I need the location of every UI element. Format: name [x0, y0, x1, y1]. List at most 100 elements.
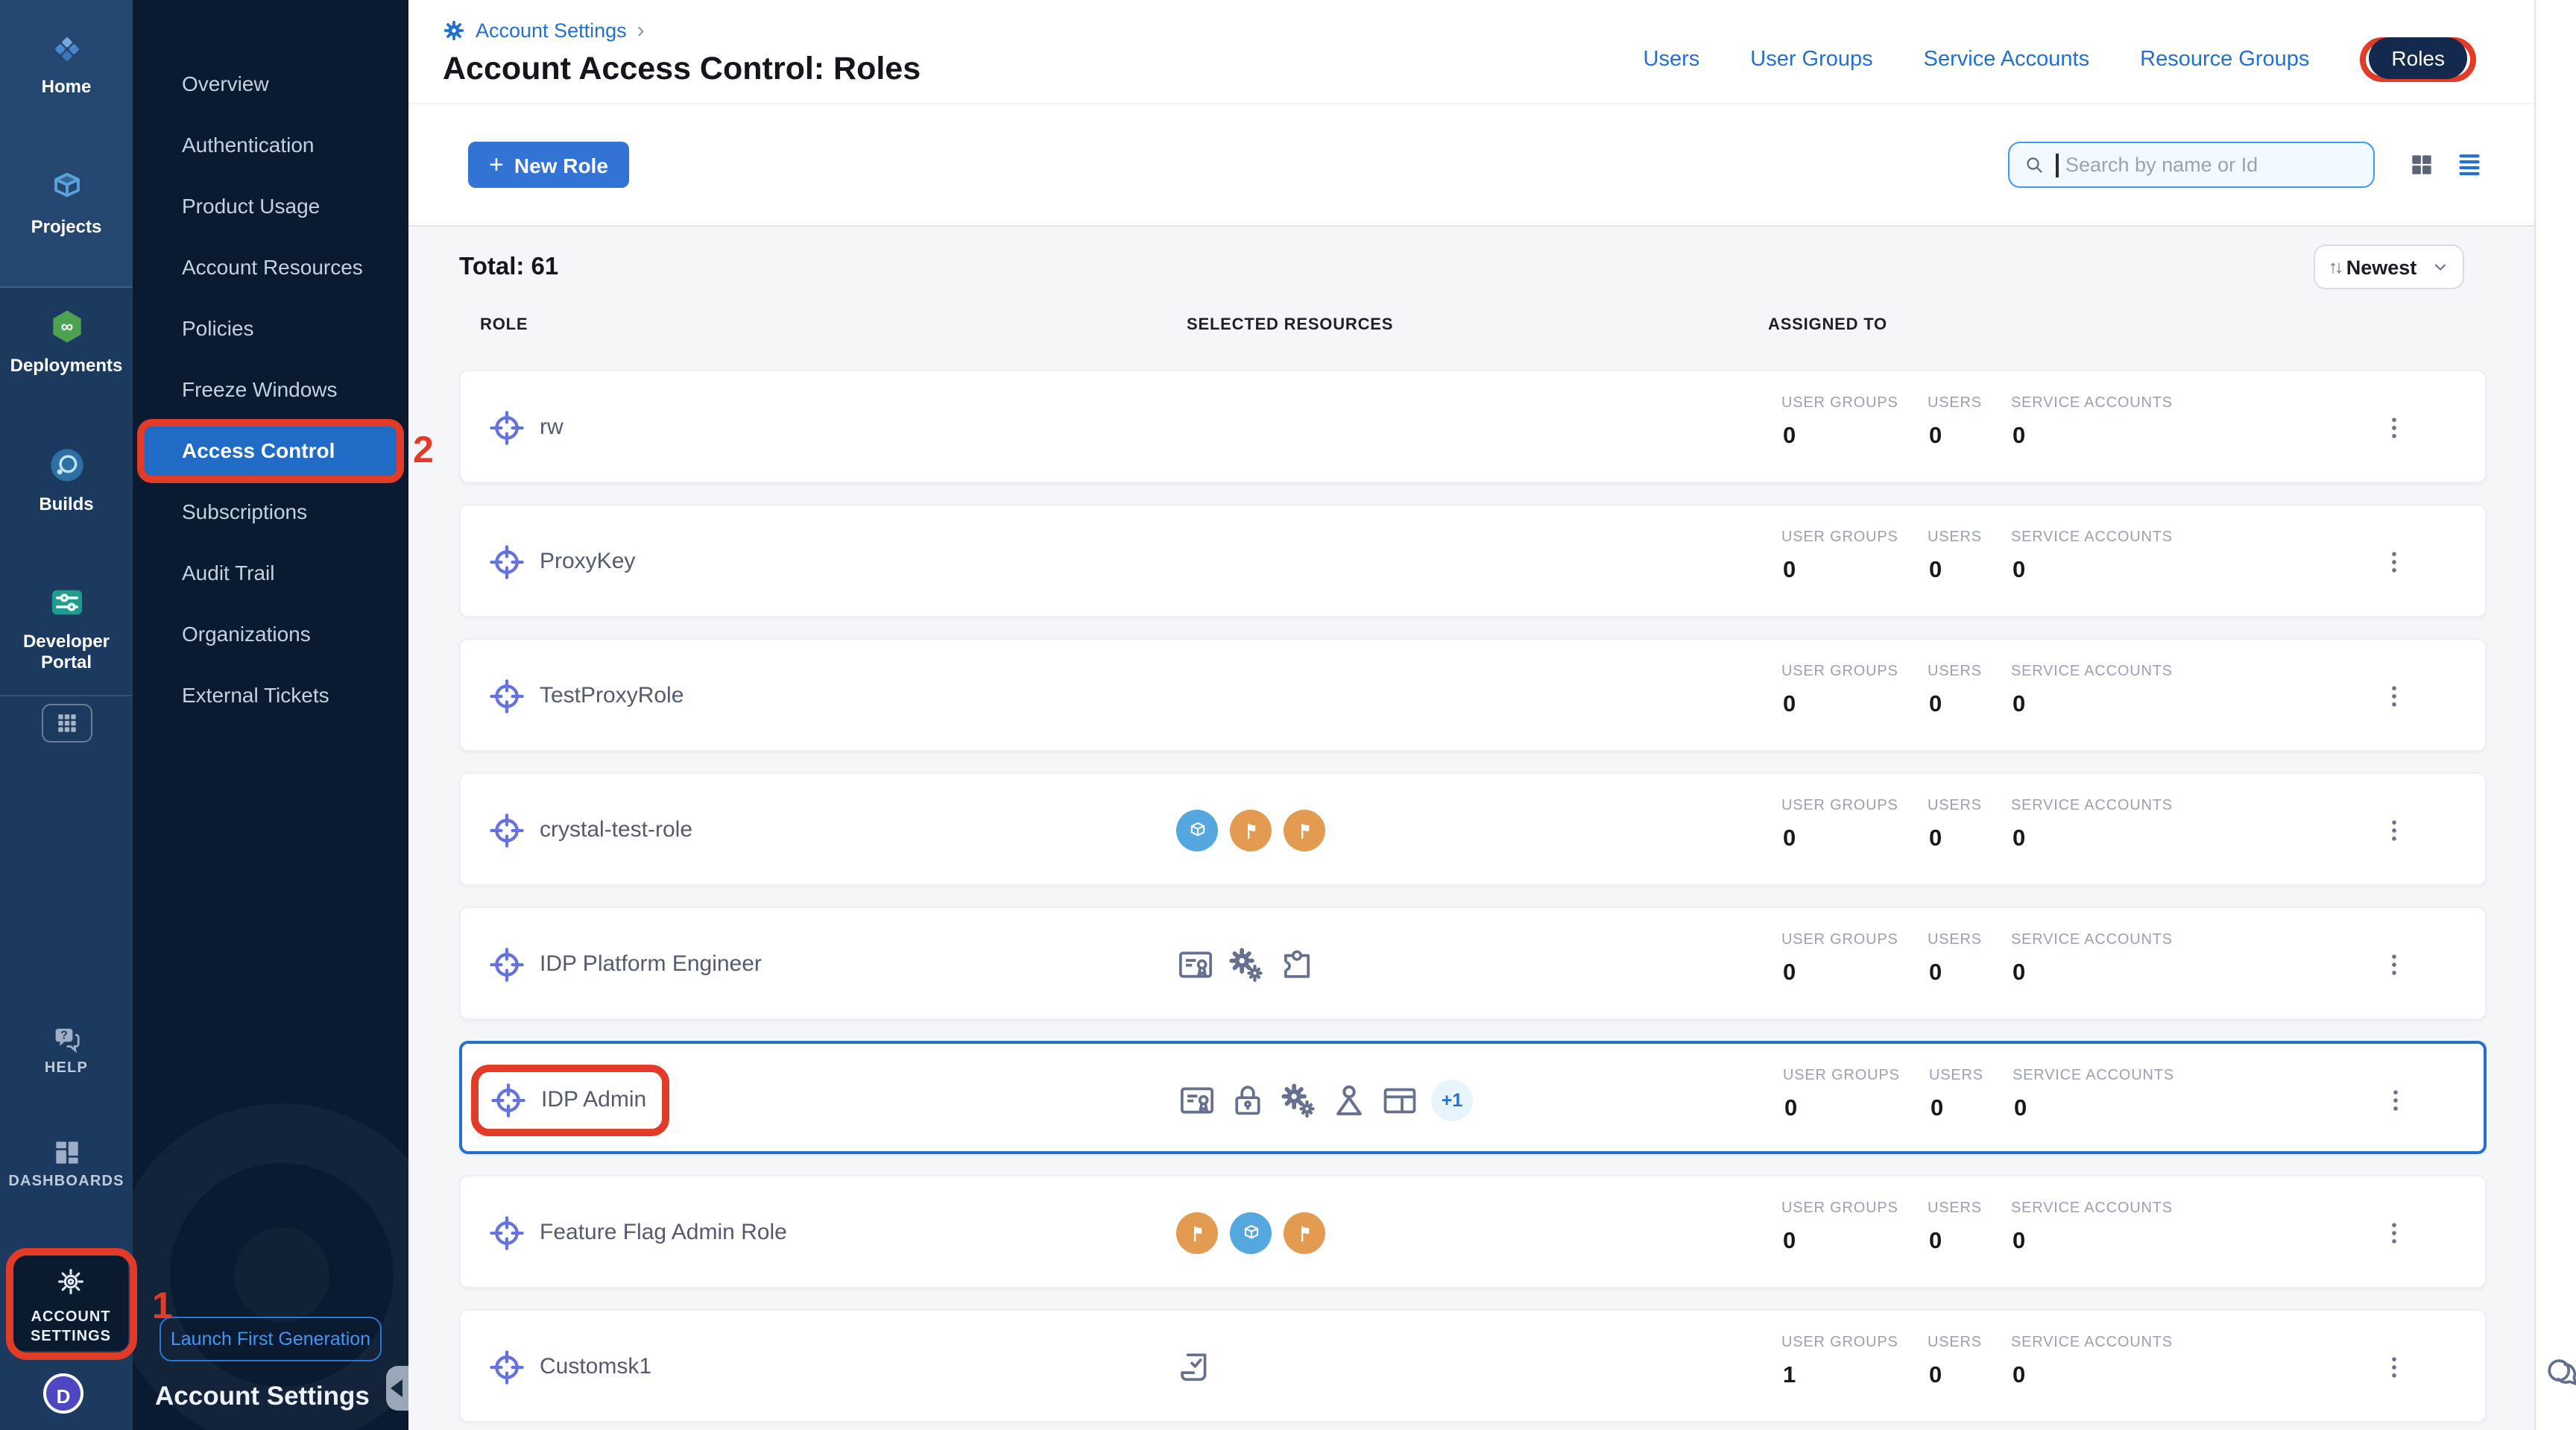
- sidebar-collapse-button[interactable]: [386, 1366, 408, 1411]
- role-name: rw: [540, 371, 564, 485]
- search-input[interactable]: [2058, 152, 2373, 177]
- row-menu-button[interactable]: [2373, 675, 2415, 717]
- sidebar-item-label: DASHBOARDS: [0, 1172, 133, 1193]
- column-header-role: ROLE: [480, 316, 528, 334]
- sidebar-item-subscriptions[interactable]: Subscriptions: [133, 482, 408, 543]
- role-target-icon: [487, 677, 526, 716]
- launch-first-generation-button[interactable]: Launch First Generation: [160, 1317, 382, 1361]
- role-row[interactable]: ProxyKeyUSER GROUPS0USERS0SERVICE ACCOUN…: [459, 504, 2487, 617]
- sidebar-item-label: Freeze Windows: [133, 359, 408, 421]
- sidebar-item-label: Deployments: [0, 355, 133, 376]
- builds-circle-icon: [45, 444, 87, 486]
- sidebar-item-organizations[interactable]: Organizations: [133, 604, 408, 665]
- resource-flag-icon: [1230, 810, 1272, 851]
- help-chat-icon: ?: [50, 1023, 83, 1056]
- role-row[interactable]: rwUSER GROUPS0USERS0SERVICE ACCOUNTS0: [459, 370, 2487, 483]
- breadcrumb-account-settings-link[interactable]: Account Settings: [476, 19, 627, 42]
- sidebar-item-label: Developer Portal: [0, 631, 133, 673]
- sidebar-item-label: Account Resources: [133, 237, 408, 298]
- new-role-button[interactable]: + New Role: [468, 142, 629, 188]
- assigned-stat-label: USERS: [1928, 798, 1982, 814]
- sidebar-item-access-control[interactable]: Access Control: [133, 421, 408, 482]
- kebab-menu-icon: [2379, 950, 2409, 980]
- list-view-button[interactable]: [2455, 151, 2484, 179]
- role-row[interactable]: IDP Admin+1USER GROUPS0USERS0SERVICE ACC…: [459, 1041, 2487, 1154]
- assigned-stat-value: 0: [1783, 692, 1796, 719]
- sidebar-item-label: Projects: [0, 216, 133, 237]
- role-row[interactable]: IDP Platform EngineerUSER GROUPS0USERS0S…: [459, 907, 2487, 1020]
- role-row[interactable]: TestProxyRoleUSER GROUPS0USERS0SERVICE A…: [459, 638, 2487, 752]
- sidebar-item-freeze-windows[interactable]: Freeze Windows: [133, 359, 408, 421]
- assigned-stat-value: 0: [1931, 1096, 1943, 1123]
- selected-resources: [1176, 1311, 1215, 1424]
- assigned-stat-label: USERS: [1928, 395, 1982, 412]
- support-chat-icon[interactable]: [2543, 1354, 2576, 1393]
- sidebar-item-authentication[interactable]: Authentication: [133, 115, 408, 176]
- sidebar-item-projects[interactable]: [0, 167, 133, 216]
- avatar[interactable]: D: [43, 1373, 83, 1414]
- assigned-stat-label: USERS: [1928, 1335, 1982, 1351]
- sidebar-item-external-tickets[interactable]: External Tickets: [133, 665, 408, 726]
- role-row[interactable]: crystal-test-roleUSER GROUPS0USERS0SERVI…: [459, 772, 2487, 886]
- sidebar-item-help[interactable]: ?: [0, 1023, 133, 1063]
- sidebar-item-policies[interactable]: Policies: [133, 298, 408, 359]
- sidebar-item-home[interactable]: [0, 28, 133, 78]
- sidebar-item-label: Overview: [133, 54, 408, 115]
- assigned-stat-value: 0: [2012, 423, 2025, 450]
- new-role-label: New Role: [514, 153, 608, 177]
- sort-dropdown[interactable]: ↑↓ Newest: [2314, 245, 2464, 289]
- role-name: ProxyKey: [540, 505, 635, 619]
- svg-text:∞: ∞: [60, 316, 73, 336]
- sidebar-item-label: Home: [0, 76, 133, 97]
- tab-users[interactable]: Users: [1644, 47, 1700, 71]
- sidebar-item-account-resources[interactable]: Account Resources: [133, 237, 408, 298]
- sidebar-item-builds[interactable]: [0, 444, 133, 494]
- tab-roles[interactable]: Roles: [2369, 37, 2467, 78]
- total-count: Total: 61: [459, 253, 558, 282]
- sidebar-item-audit-trail[interactable]: Audit Trail: [133, 543, 408, 604]
- tab-service-accounts[interactable]: Service Accounts: [1924, 47, 2089, 71]
- row-menu-button[interactable]: [2373, 1346, 2415, 1388]
- role-row[interactable]: Feature Flag Admin RoleUSER GROUPS0USERS…: [459, 1175, 2487, 1288]
- selected-resources: [1176, 908, 1316, 1021]
- tab-user-groups[interactable]: User Groups: [1750, 47, 1872, 71]
- role-row[interactable]: Customsk1USER GROUPS1USERS0SERVICE ACCOU…: [459, 1309, 2487, 1423]
- row-menu-button[interactable]: [2373, 407, 2415, 449]
- assigned-stat-value: 0: [1783, 826, 1796, 853]
- sidebar-item-dashboards[interactable]: [0, 1136, 133, 1177]
- roles-list: rw USER GROUPS 0 USERS 0 SERVICE ACCOUNTS 0 Pro…: [459, 370, 2487, 1430]
- sidebar-item-product-usage[interactable]: Product Usage: [133, 176, 408, 237]
- page-header: Account Settings › Account Access Contro…: [408, 0, 2534, 104]
- sidebar-item-developer-portal[interactable]: [0, 582, 133, 631]
- grid-view-button[interactable]: [2408, 151, 2436, 179]
- module-selector-button[interactable]: [42, 704, 92, 743]
- role-name: TestProxyRole: [540, 640, 684, 753]
- resource-lock-icon: [1228, 1081, 1267, 1120]
- row-menu-button[interactable]: [2373, 541, 2415, 583]
- row-menu-button[interactable]: [2373, 1212, 2415, 1254]
- role-name: Feature Flag Admin Role: [540, 1177, 787, 1290]
- assigned-stat-value: 0: [1929, 1229, 1942, 1256]
- row-menu-button[interactable]: [2373, 944, 2415, 986]
- resource-puzzle-icon: [1278, 945, 1316, 984]
- resource-scroll-check-icon: [1176, 1348, 1215, 1387]
- assigned-stat-value: 0: [1783, 960, 1796, 987]
- dashboards-grid-icon: [50, 1136, 83, 1169]
- sidebar-item-label: Policies: [133, 298, 408, 359]
- sidebar-item-overview[interactable]: Overview: [133, 54, 408, 115]
- assigned-stat-label: SERVICE ACCOUNTS: [2011, 529, 2173, 546]
- tab-resource-groups[interactable]: Resource Groups: [2140, 47, 2309, 71]
- gear-icon: [443, 19, 465, 42]
- resource-cube-icon: [1176, 810, 1218, 851]
- row-menu-button[interactable]: [2373, 810, 2415, 851]
- assigned-stat-label: USER GROUPS: [1781, 529, 1898, 546]
- rail-divider: [0, 695, 133, 696]
- row-menu-button[interactable]: [2375, 1080, 2416, 1121]
- resource-overflow-badge[interactable]: +1: [1431, 1080, 1473, 1121]
- sidebar-item-label: External Tickets: [133, 665, 408, 726]
- sidebar-item-account-settings[interactable]: ACCOUNT SETTINGS: [13, 1256, 128, 1351]
- sidebar-item-label: Access Control: [133, 421, 408, 482]
- assigned-stat-label: USERS: [1929, 1068, 1983, 1084]
- assigned-stat-label: SERVICE ACCOUNTS: [2011, 1200, 2173, 1217]
- sidebar-item-deployments[interactable]: ∞: [0, 306, 133, 355]
